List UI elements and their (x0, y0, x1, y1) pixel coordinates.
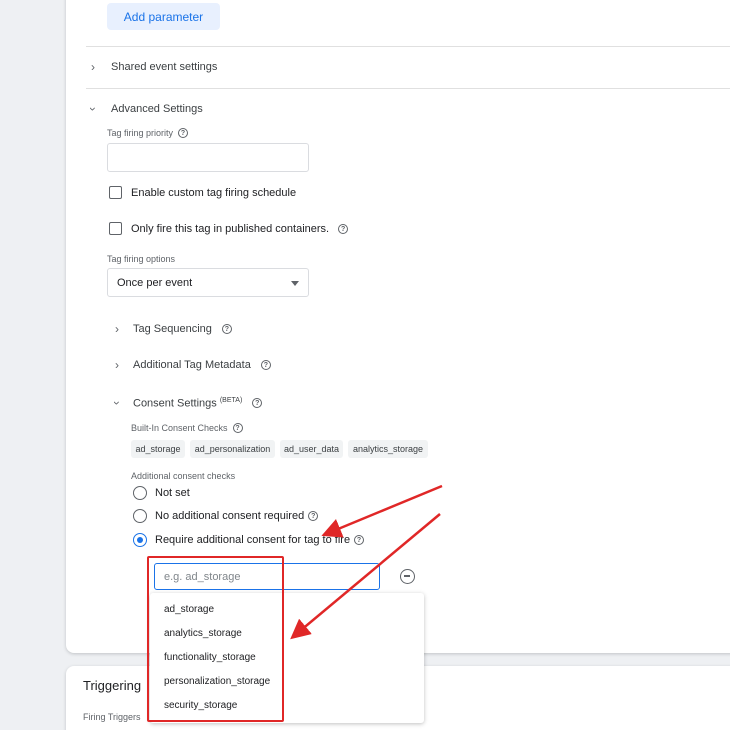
annotation-arrow (290, 513, 441, 640)
annotation-arrows (290, 484, 443, 640)
